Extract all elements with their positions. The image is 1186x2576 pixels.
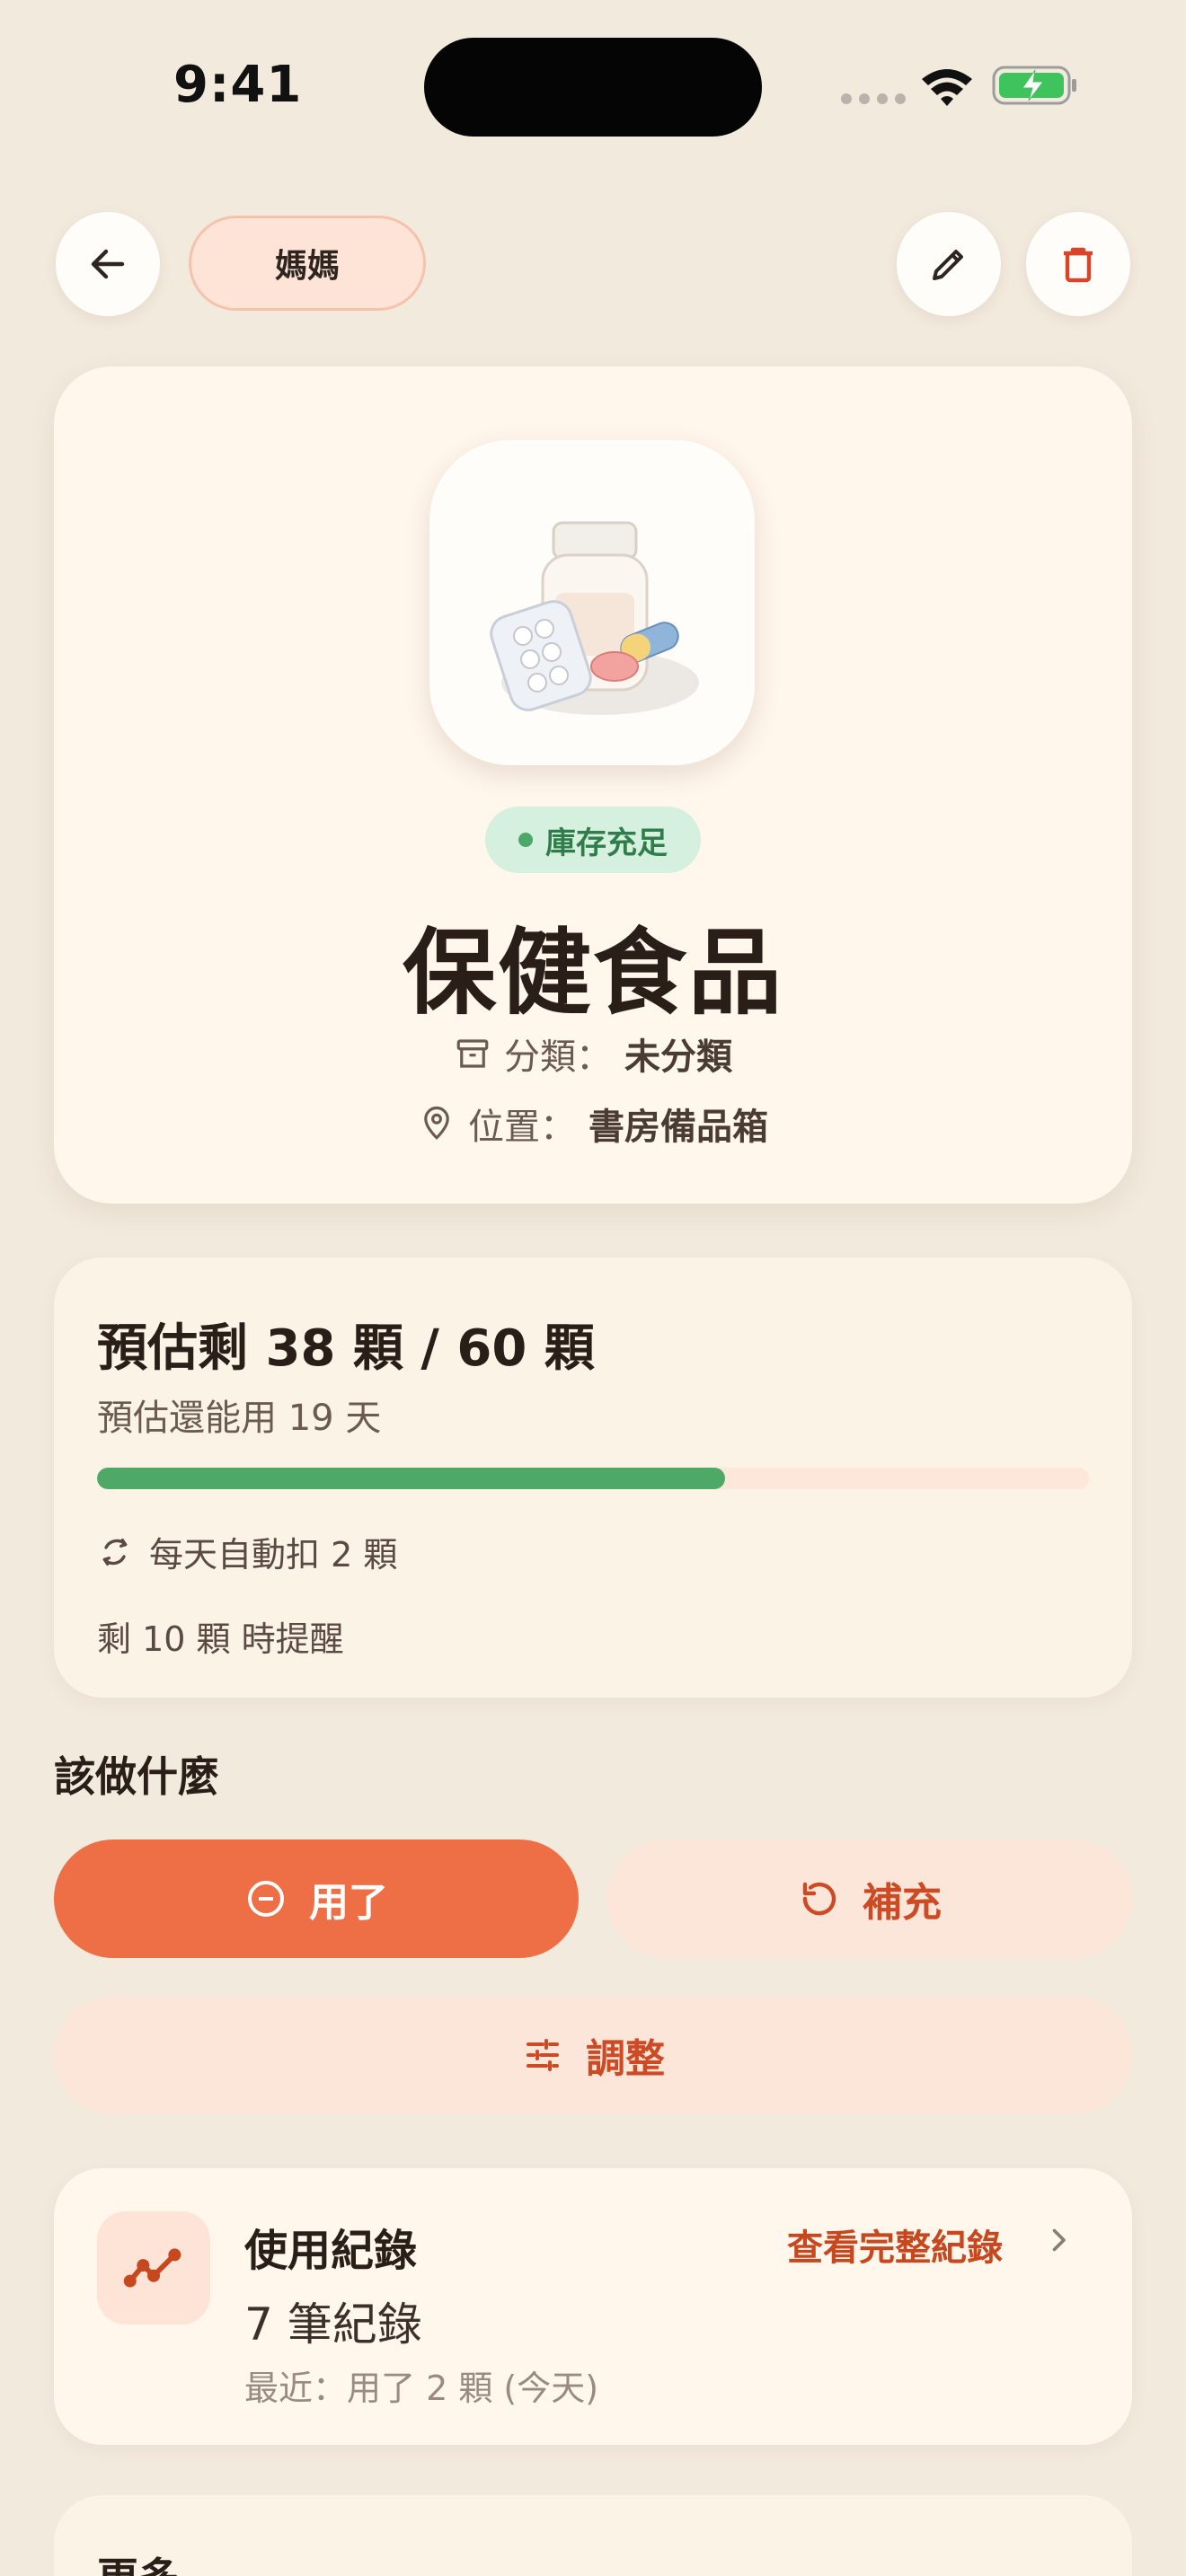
refresh-icon [802, 1882, 836, 1916]
auto-deduct-text: 每天自動扣 2 顆 [149, 1535, 398, 1575]
location-row: 位置： 書房備品箱 [54, 1098, 1132, 1150]
cellular-signal-icon [841, 93, 906, 104]
item-hero-card: 庫存充足 保健食品 分類： 未分類 位置： 書房備品箱 [54, 366, 1132, 1204]
usage-history-card[interactable]: 使用紀錄 查看完整紀錄 7 筆紀錄 最近：用了 2 顆 (今天) [54, 2168, 1132, 2445]
history-recent: 最近：用了 2 顆 (今天) [244, 2369, 599, 2408]
sliders-icon [527, 2039, 559, 2071]
trash-icon [1064, 247, 1093, 283]
adjust-label: 調整 [586, 2036, 665, 2082]
history-title: 使用紀錄 [244, 2226, 418, 2276]
medication-detail-screen: 9:41 媽媽 庫存充足 保健食品 分類： 未分類 位置： 書房備品箱 預估剩 … [0, 0, 1186, 2576]
status-dot [518, 833, 533, 847]
actions-section-title: 該做什麼 [54, 1752, 219, 1801]
arrow-left-icon [91, 249, 125, 279]
category-row: 分類： 未分類 [54, 1028, 1132, 1080]
archive-icon [456, 1039, 489, 1068]
category-label: 分類： [504, 1037, 612, 1078]
stock-status-label: 庫存充足 [545, 825, 668, 861]
history-count: 7 筆紀錄 [244, 2298, 422, 2351]
refill-button[interactable]: 補充 [607, 1839, 1132, 1958]
battery-charging-icon [992, 66, 1076, 105]
location-pin-icon [424, 1106, 449, 1140]
item-image [429, 440, 755, 765]
view-full-history-link[interactable]: 查看完整紀錄 [787, 2219, 1003, 2271]
adjust-button[interactable]: 調整 [54, 1996, 1132, 2114]
more-card: 更多 [54, 2495, 1132, 2576]
wifi-icon [922, 69, 972, 106]
minus-circle-icon [248, 1881, 284, 1917]
used-label: 用了 [309, 1880, 388, 1926]
days-remaining: 預估還能用 19 天 [97, 1398, 382, 1439]
pencil-icon [933, 250, 963, 280]
trend-line-icon [123, 2248, 181, 2288]
stock-card: 預估剩 38 顆 / 60 顆 預估還能用 19 天 每天自動扣 2 顆 剩 1… [54, 1257, 1132, 1698]
repeat-icon [102, 1538, 128, 1566]
refill-label: 補充 [863, 1880, 942, 1926]
reminder-threshold: 剩 10 顆 時提醒 [97, 1619, 344, 1659]
supplement-bottle-illustration [490, 521, 699, 715]
stock-summary: 預估剩 38 顆 / 60 顆 [97, 1319, 595, 1378]
stock-status-badge: 庫存充足 [485, 807, 701, 873]
profile-chip[interactable]: 媽媽 [189, 216, 426, 311]
history-icon-tile [97, 2211, 210, 2325]
edit-button[interactable] [897, 212, 1001, 316]
item-name: 保健食品 [402, 918, 783, 1028]
stock-progress-bar [97, 1468, 1089, 1489]
location-label: 位置： [468, 1107, 576, 1148]
stock-progress-fill [97, 1468, 726, 1489]
auto-deduct-row: 每天自動扣 2 顆 [97, 1527, 397, 1576]
chevron-right-icon[interactable] [1042, 2224, 1075, 2256]
back-button[interactable] [56, 212, 160, 316]
status-time: 9:41 [173, 56, 303, 114]
dynamic-island [424, 38, 762, 137]
category-value: 未分類 [624, 1037, 732, 1078]
used-button[interactable]: 用了 [54, 1839, 579, 1958]
delete-button[interactable] [1026, 212, 1130, 316]
more-title: 更多 [97, 2545, 180, 2576]
location-value: 書房備品箱 [589, 1107, 768, 1148]
